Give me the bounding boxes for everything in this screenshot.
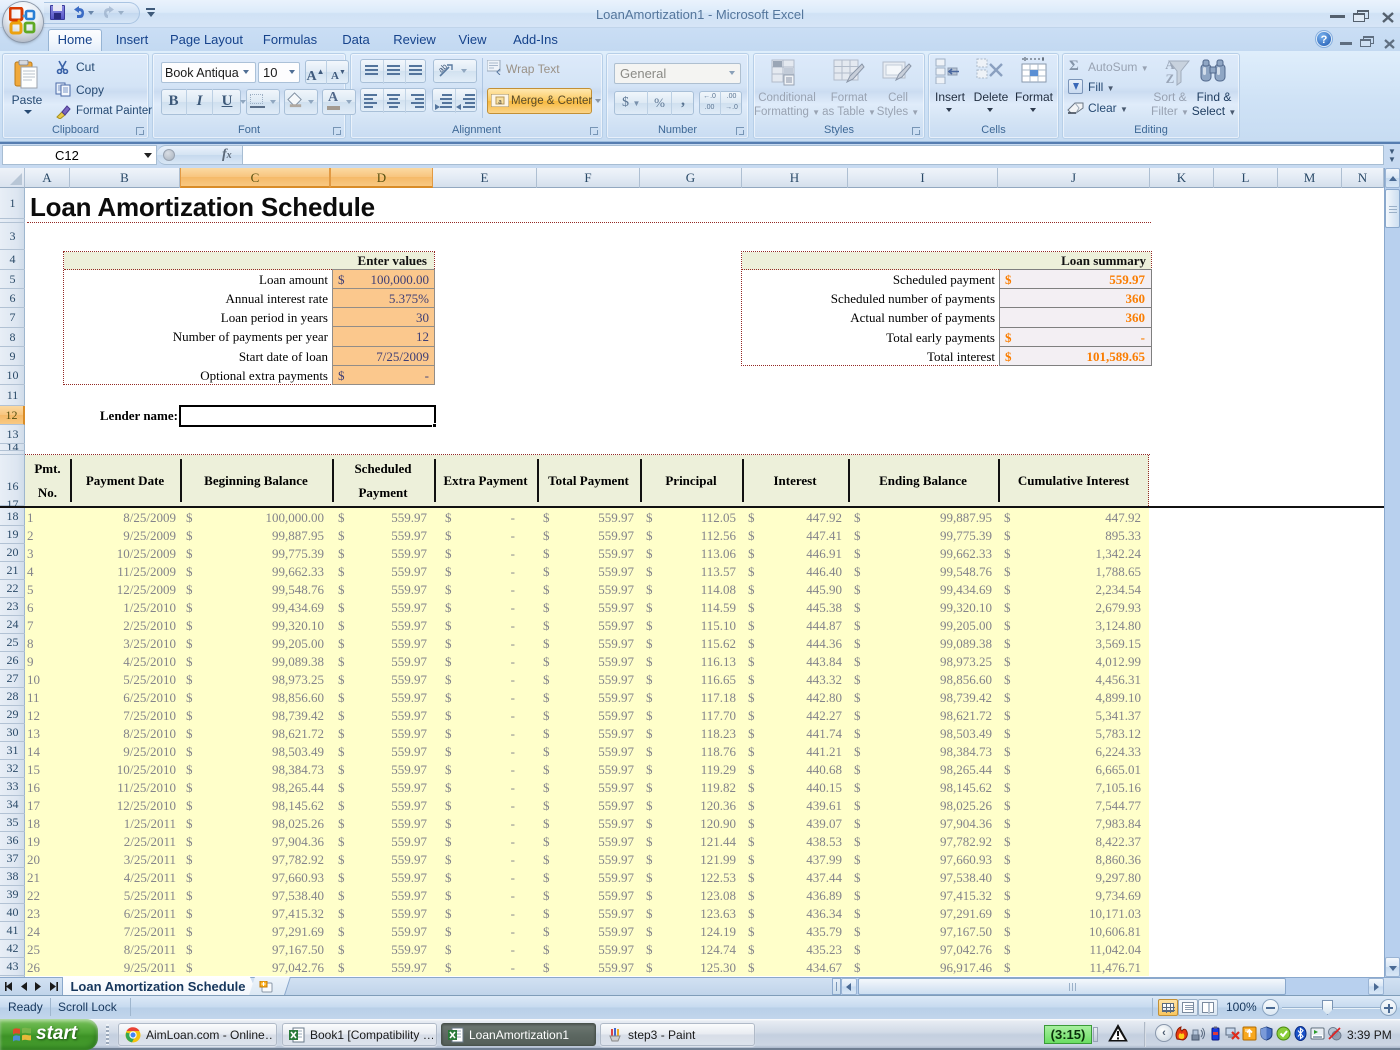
svg-text:a: a <box>498 97 502 106</box>
